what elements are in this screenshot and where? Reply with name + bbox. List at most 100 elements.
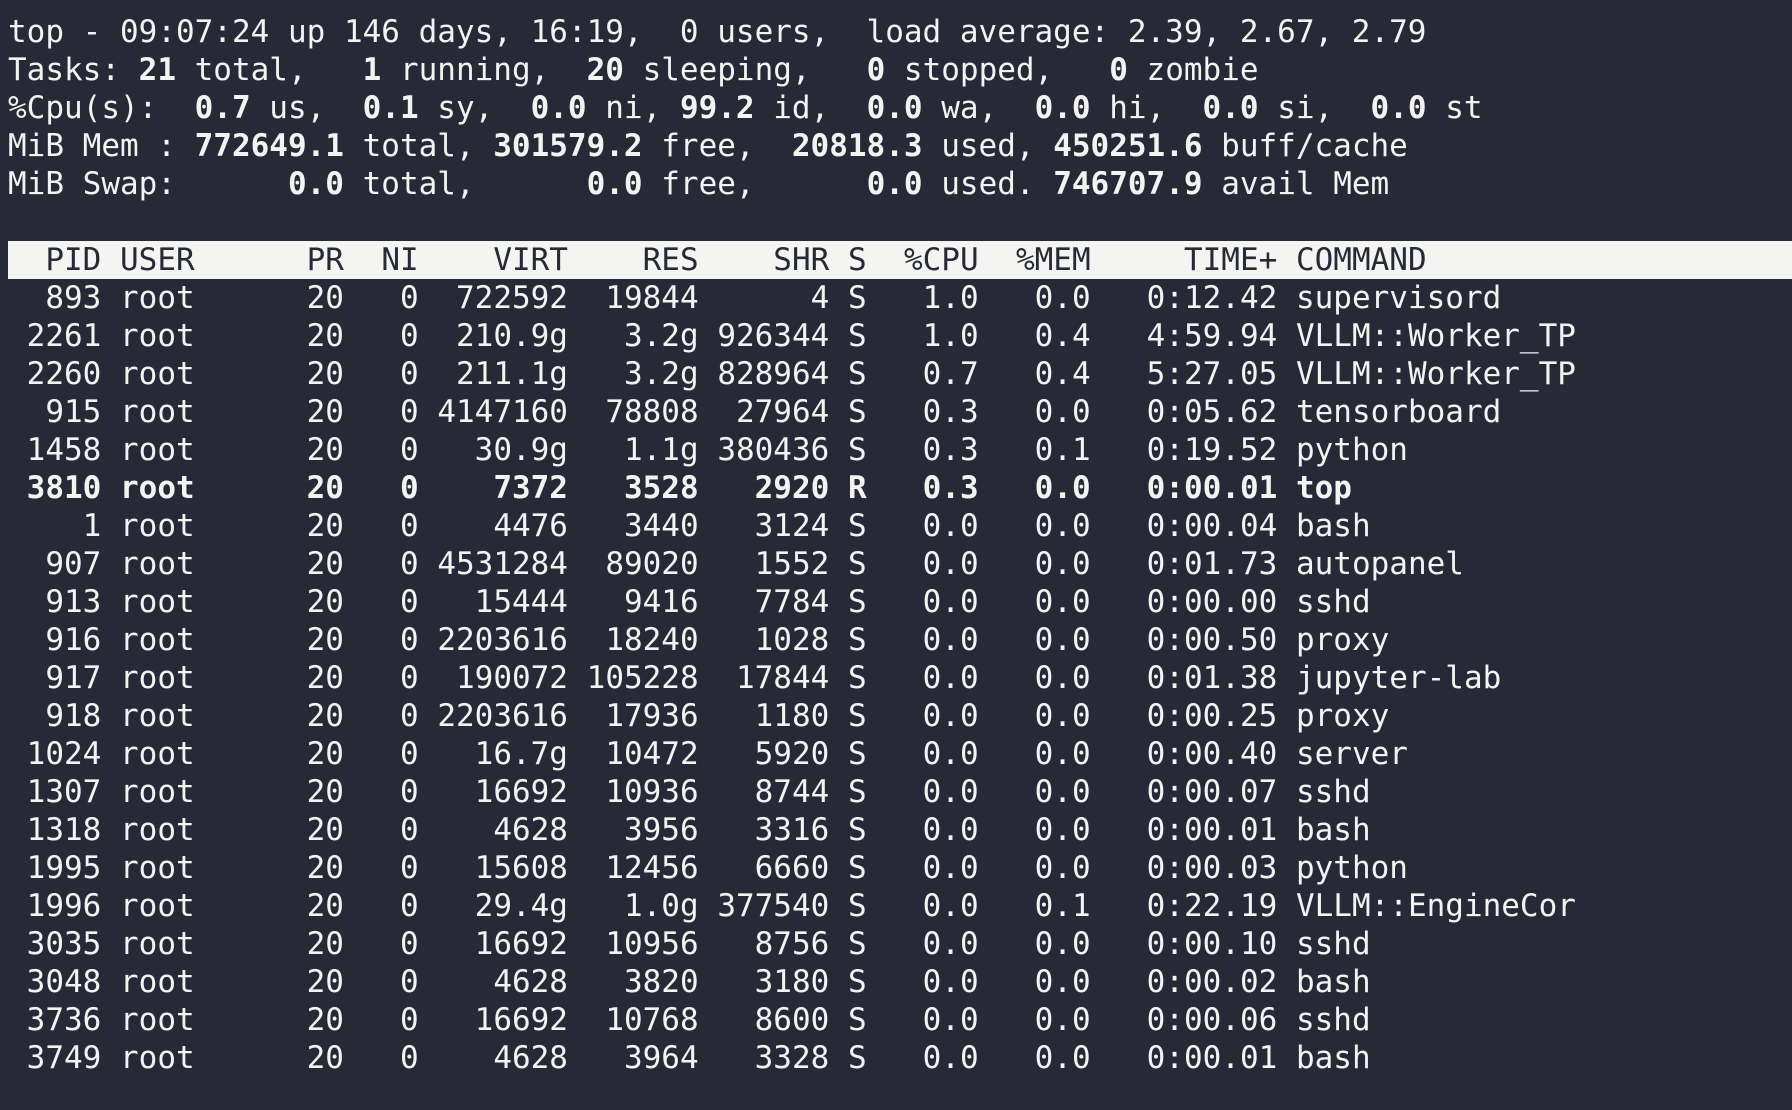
process-row[interactable]: 1996 root 20 0 29.4g 1.0g 377540 S 0.0 0… xyxy=(8,887,1792,925)
user-cell: root xyxy=(120,432,270,468)
cpu-us-label: us, xyxy=(250,90,363,126)
process-row[interactable]: 917 root 20 0 190072 105228 17844 S 0.0 … xyxy=(8,659,1792,697)
virt-cell: 4628 xyxy=(437,1040,568,1076)
mem-cell: 0.1 xyxy=(997,888,1091,924)
pr-column-header[interactable]: PR xyxy=(288,242,344,278)
ni-cell: 0 xyxy=(362,622,419,658)
time-cell: 0:01.38 xyxy=(1109,660,1278,696)
mem-cell: 0.0 xyxy=(997,1040,1091,1076)
pid-cell: 918 xyxy=(8,698,102,734)
user-cell: root xyxy=(120,850,270,886)
process-row[interactable]: 1458 root 20 0 30.9g 1.1g 380436 S 0.3 0… xyxy=(8,431,1792,469)
pid-cell: 2261 xyxy=(8,318,102,354)
cpu-id-label: id, xyxy=(754,90,867,126)
command-column-header[interactable]: COMMAND xyxy=(1296,242,1576,278)
user-column-header[interactable]: USER xyxy=(120,242,269,278)
process-row[interactable]: 1995 root 20 0 15608 12456 6660 S 0.0 0.… xyxy=(8,849,1792,887)
mem-free: 301579.2 xyxy=(493,128,643,164)
ni-cell: 0 xyxy=(362,888,419,924)
pid-column-header[interactable]: PID xyxy=(8,242,101,278)
cpu-id: 99.2 xyxy=(679,90,755,126)
virt-cell: 722592 xyxy=(437,280,568,316)
user-cell: root xyxy=(120,508,270,544)
virt-cell: 7372 xyxy=(437,470,568,506)
cpu-cell: 0.0 xyxy=(885,1002,979,1038)
uptime-text: up 146 days, 16:19, xyxy=(269,14,680,50)
command-cell: tensorboard xyxy=(1295,394,1576,430)
mem-cell: 0.0 xyxy=(997,850,1091,886)
res-column-header[interactable]: RES xyxy=(587,242,699,278)
cpu-sy: 0.1 xyxy=(362,90,419,126)
pr-cell: 20 xyxy=(287,280,344,316)
ni-cell: 0 xyxy=(362,584,419,620)
command-cell: sshd xyxy=(1295,584,1576,620)
res-cell: 10936 xyxy=(586,774,699,810)
swap-total-label: total, xyxy=(343,166,587,202)
pid-cell: 2260 xyxy=(8,356,102,392)
process-row[interactable]: 1 root 20 0 4476 3440 3124 S 0.0 0.0 0:0… xyxy=(8,507,1792,545)
process-row[interactable]: 907 root 20 0 4531284 89020 1552 S 0.0 0… xyxy=(8,545,1792,583)
cpu-label: %Cpu(s): xyxy=(8,90,195,126)
res-cell: 10768 xyxy=(586,1002,699,1038)
process-row[interactable]: 3749 root 20 0 4628 3964 3328 S 0.0 0.0 … xyxy=(8,1039,1792,1077)
process-row[interactable]: 1024 root 20 0 16.7g 10472 5920 S 0.0 0.… xyxy=(8,735,1792,773)
state-cell: S xyxy=(847,622,867,658)
virt-cell: 15444 xyxy=(437,584,568,620)
pid-cell: 3736 xyxy=(8,1002,102,1038)
res-cell: 3956 xyxy=(586,812,699,848)
swap-label: MiB Swap: xyxy=(8,166,288,202)
cpu-hi-label: hi, xyxy=(1090,90,1203,126)
process-row[interactable]: 2260 root 20 0 211.1g 3.2g 828964 S 0.7 … xyxy=(8,355,1792,393)
process-row[interactable]: 3048 root 20 0 4628 3820 3180 S 0.0 0.0 … xyxy=(8,963,1792,1001)
shr-cell: 17844 xyxy=(717,660,830,696)
cpu-column-header[interactable]: %CPU xyxy=(885,242,979,278)
shr-cell: 1028 xyxy=(717,622,830,658)
shr-cell: 8744 xyxy=(717,774,830,810)
process-row[interactable]: 893 root 20 0 722592 19844 4 S 1.0 0.0 0… xyxy=(8,279,1792,317)
clock-time: 09:07:24 xyxy=(119,14,270,50)
pr-cell: 20 xyxy=(287,1040,344,1076)
virt-cell: 2203616 xyxy=(437,622,568,658)
time-cell: 0:05.62 xyxy=(1109,394,1278,430)
command-cell: proxy xyxy=(1295,698,1576,734)
ni-column-header[interactable]: NI xyxy=(363,242,418,278)
cpu-cell: 0.0 xyxy=(885,698,979,734)
pr-cell: 20 xyxy=(287,850,344,886)
process-row[interactable]: 918 root 20 0 2203616 17936 1180 S 0.0 0… xyxy=(8,697,1792,735)
mem-cell: 0.0 xyxy=(997,394,1091,430)
pid-cell: 1024 xyxy=(8,736,102,772)
swap-free: 0.0 xyxy=(586,166,643,202)
virt-column-header[interactable]: VIRT xyxy=(437,242,568,278)
mem-column-header[interactable]: %MEM xyxy=(997,242,1091,278)
process-row[interactable]: 3736 root 20 0 16692 10768 8600 S 0.0 0.… xyxy=(8,1001,1792,1039)
state-cell: S xyxy=(847,318,867,354)
res-cell: 10956 xyxy=(586,926,699,962)
time-column-header[interactable]: TIME+ xyxy=(1109,242,1277,278)
process-row[interactable]: 913 root 20 0 15444 9416 7784 S 0.0 0.0 … xyxy=(8,583,1792,621)
process-row[interactable]: 916 root 20 0 2203616 18240 1028 S 0.0 0… xyxy=(8,621,1792,659)
cpu-us: 0.7 xyxy=(194,90,251,126)
process-row[interactable]: 915 root 20 0 4147160 78808 27964 S 0.3 … xyxy=(8,393,1792,431)
process-row[interactable]: 3810 root 20 0 7372 3528 2920 R 0.3 0.0 … xyxy=(8,469,1792,507)
tasks-label: Tasks: xyxy=(8,52,139,88)
shr-cell: 8756 xyxy=(717,926,830,962)
res-cell: 3.2g xyxy=(586,356,699,392)
pr-cell: 20 xyxy=(287,584,344,620)
state-column-header[interactable]: S xyxy=(848,242,867,278)
pr-cell: 20 xyxy=(287,736,344,772)
mem-free-label: free, xyxy=(642,128,792,164)
process-row[interactable]: 1307 root 20 0 16692 10936 8744 S 0.0 0.… xyxy=(8,773,1792,811)
mem-cell: 0.0 xyxy=(997,812,1091,848)
shr-cell: 1552 xyxy=(717,546,830,582)
process-row[interactable]: 2261 root 20 0 210.9g 3.2g 926344 S 1.0 … xyxy=(8,317,1792,355)
shr-column-header[interactable]: SHR xyxy=(717,242,829,278)
swap-avail: 746707.9 xyxy=(1053,166,1203,202)
process-row[interactable]: 1318 root 20 0 4628 3956 3316 S 0.0 0.0 … xyxy=(8,811,1792,849)
process-row[interactable]: 3035 root 20 0 16692 10956 8756 S 0.0 0.… xyxy=(8,925,1792,963)
process-table-header[interactable]: PID USER PR NI VIRT RES SHR S %CPU %MEM … xyxy=(8,241,1792,279)
res-cell: 3964 xyxy=(586,1040,699,1076)
cpu-ni: 0.0 xyxy=(530,90,587,126)
tasks-sleeping-label: sleeping, xyxy=(623,52,867,88)
terminal-window[interactable]: top - 09:07:24 up 146 days, 16:19, 0 use… xyxy=(0,0,1792,1110)
